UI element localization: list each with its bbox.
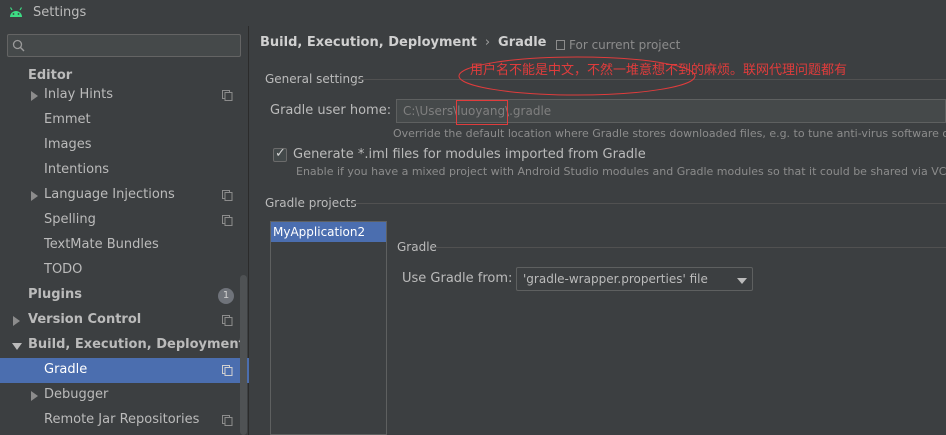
sidebar-item-label: TextMate Bundles: [44, 237, 159, 252]
project-scope-icon: [222, 315, 233, 326]
breadcrumb-current: Gradle: [498, 35, 547, 50]
search-box[interactable]: [7, 34, 241, 57]
sidebar-item-debugger[interactable]: Debugger: [0, 383, 240, 408]
settings-sidebar: Editor Inlay Hints Emmet Images Intentio…: [0, 26, 249, 435]
general-settings-title: General settings: [265, 72, 364, 86]
breadcrumb: Build, Execution, Deployment › Gradle: [260, 35, 546, 50]
sidebar-item-spelling[interactable]: Spelling: [0, 208, 240, 233]
expand-arrow-icon[interactable]: [13, 316, 20, 326]
breadcrumb-parent[interactable]: Build, Execution, Deployment: [260, 35, 477, 50]
sidebar-item-label: Gradle: [44, 362, 88, 377]
generate-iml-label[interactable]: Generate *.iml files for modules importe…: [293, 147, 646, 162]
sidebar-item-intentions[interactable]: Intentions: [0, 158, 240, 183]
project-scope-icon: [222, 190, 233, 201]
sidebar-item-label: Build, Execution, Deployment: [28, 337, 245, 352]
section-divider: [435, 247, 946, 248]
sidebar-item-label: Editor: [28, 68, 73, 83]
sidebar-item-label: Version Control: [28, 312, 142, 327]
search-input[interactable]: [36, 37, 236, 54]
sidebar-item-label: TODO: [44, 262, 83, 277]
section-divider: [351, 203, 946, 204]
android-studio-icon: [9, 7, 23, 17]
sidebar-item-remote-jar-repositories[interactable]: Remote Jar Repositories: [0, 408, 240, 433]
project-item-myapplication2[interactable]: MyApplication2: [271, 222, 386, 242]
project-scope-icon: [222, 90, 233, 101]
chevron-down-icon: [737, 278, 747, 284]
sidebar-item-label: Spelling: [44, 212, 96, 227]
gradle-user-home-hint: Override the default location where Grad…: [393, 127, 946, 140]
sidebar-item-label: Inlay Hints: [44, 87, 113, 102]
sidebar-item-label: Remote Jar Repositories: [44, 412, 200, 427]
gradle-section-title: Gradle: [397, 240, 437, 254]
search-icon: [12, 39, 25, 52]
generate-iml-checkbox[interactable]: ✓: [273, 146, 287, 162]
title-bar: Settings: [0, 0, 946, 26]
sidebar-item-gradle[interactable]: Gradle: [0, 358, 249, 383]
collapse-arrow-icon[interactable]: [12, 343, 22, 350]
gradle-user-home-label: Gradle user home:: [270, 103, 392, 118]
for-current-project-text: For current project: [569, 38, 681, 52]
sidebar-item-todo[interactable]: TODO: [0, 258, 240, 283]
generate-iml-hint: Enable if you have a mixed project with …: [296, 165, 946, 178]
gradle-project-detail: [387, 221, 946, 435]
expand-arrow-icon[interactable]: [31, 91, 38, 101]
sidebar-item-textmate-bundles[interactable]: TextMate Bundles: [0, 233, 240, 258]
sidebar-item-label: Images: [44, 137, 92, 152]
plugin-updates-badge: 1: [218, 288, 234, 304]
sidebar-item-language-injections[interactable]: Language Injections: [0, 183, 240, 208]
sidebar-item-plugins[interactable]: Plugins 1: [0, 283, 240, 308]
expand-arrow-icon[interactable]: [31, 191, 38, 201]
breadcrumb-separator: ›: [484, 35, 491, 50]
use-gradle-from-label: Use Gradle from:: [402, 271, 513, 286]
sidebar-item-label: Debugger: [44, 387, 109, 402]
project-scope-icon: [222, 365, 233, 376]
for-current-project-label: For current project: [556, 38, 680, 52]
annotation-highlight-box: [456, 100, 508, 125]
gradle-projects-list[interactable]: MyApplication2: [270, 221, 387, 435]
settings-main-panel: Build, Execution, Deployment › Gradle For …: [250, 26, 946, 435]
sidebar-item-build-execution-deployment[interactable]: Build, Execution, Deployment: [0, 333, 245, 358]
annotation-note: 用户名不能是中文，不然一堆意想不到的麻烦。联网代理问题都有: [470, 63, 848, 78]
sidebar-item-inlay-hints[interactable]: Inlay Hints: [0, 83, 240, 108]
project-scope-icon: [222, 215, 233, 226]
sidebar-item-label: Language Injections: [44, 187, 175, 202]
use-gradle-from-dropdown[interactable]: 'gradle-wrapper.properties' file: [516, 267, 753, 291]
use-gradle-from-value: 'gradle-wrapper.properties' file: [523, 272, 708, 286]
sidebar-item-label: Emmet: [44, 112, 91, 127]
sidebar-item-label: Intentions: [44, 162, 110, 177]
sidebar-item-version-control[interactable]: Version Control: [0, 308, 240, 333]
gradle-projects-title: Gradle projects: [265, 196, 357, 210]
expand-arrow-icon[interactable]: [31, 391, 38, 401]
sidebar-item-emmet[interactable]: Emmet: [0, 108, 240, 133]
checkmark-icon: ✓: [275, 146, 286, 161]
sidebar-item-images[interactable]: Images: [0, 133, 240, 158]
sidebar-scrollbar[interactable]: [240, 275, 247, 435]
window-title: Settings: [33, 5, 87, 20]
project-scope-icon: [222, 415, 233, 426]
sidebar-item-label: Plugins: [28, 287, 82, 302]
project-scope-icon: [556, 40, 565, 50]
